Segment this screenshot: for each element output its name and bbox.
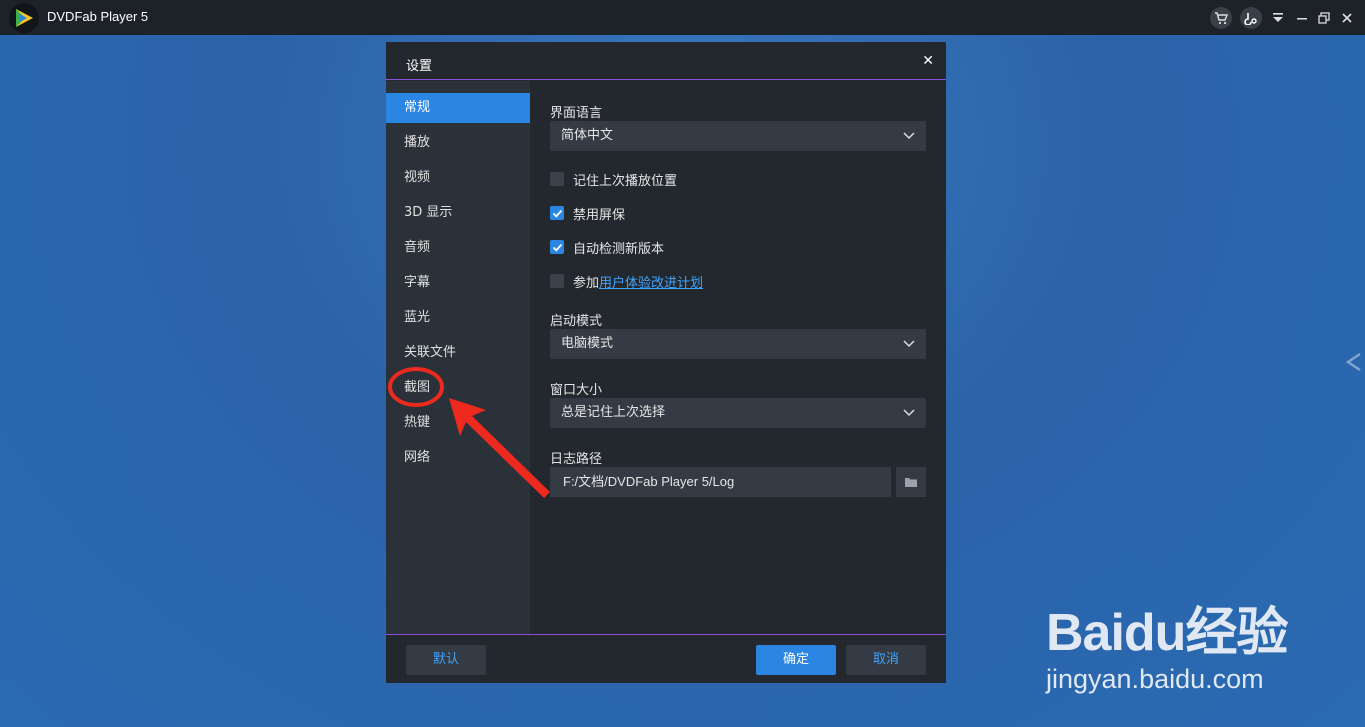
ok-button[interactable]: 确定 (756, 645, 836, 675)
cancel-button[interactable]: 取消 (846, 645, 926, 675)
language-select[interactable]: 简体中文 (550, 121, 926, 151)
title-bar: DVDFab Player 5 (0, 0, 1365, 35)
join-program-prefix: 参加 (573, 275, 600, 291)
sidebar-item-network[interactable]: 网络 (386, 443, 530, 473)
startup-mode-select[interactable]: 电脑模式 (550, 329, 926, 359)
restore-icon[interactable] (1313, 7, 1335, 29)
language-label: 界面语言 (550, 106, 603, 121)
disable-screensaver-checkbox[interactable] (550, 206, 564, 220)
window-size-select[interactable]: 总是记住上次选择 (550, 398, 926, 428)
chevron-down-icon (902, 121, 916, 151)
panel-expand-icon[interactable] (1344, 348, 1364, 376)
checkmark-icon (552, 243, 562, 252)
language-select-value: 简体中文 (561, 128, 614, 143)
log-path-field[interactable]: F:/文档/DVDFab Player 5/Log (550, 467, 891, 497)
disable-screensaver-option[interactable]: 禁用屏保 (550, 204, 626, 223)
sidebar-item-general[interactable]: 常规 (386, 93, 530, 123)
sidebar-item-file-association[interactable]: 关联文件 (386, 338, 530, 368)
sidebar-item-playback[interactable]: 播放 (386, 128, 530, 158)
chevron-down-icon (902, 329, 916, 359)
sidebar-item-audio[interactable]: 音频 (386, 233, 530, 263)
startup-mode-label: 启动模式 (550, 314, 603, 329)
settings-tool-icon[interactable] (1240, 7, 1262, 29)
window-size-label: 窗口大小 (550, 383, 603, 398)
sidebar-item-video[interactable]: 视频 (386, 163, 530, 193)
app-title: DVDFab Player 5 (47, 9, 149, 24)
minimize-icon[interactable] (1291, 7, 1313, 29)
auto-check-update-option[interactable]: 自动检测新版本 (550, 238, 665, 257)
settings-sidebar: 常规 播放 视频 3D 显示 音频 字幕 蓝光 关联文件 截图 热键 网络 (386, 81, 530, 634)
app-logo-icon (9, 3, 39, 33)
baidu-jingyan-logo: Baidu经验 (1046, 604, 1288, 662)
user-experience-program-link[interactable]: 用户体验改进计划 (599, 272, 703, 291)
log-path-label: 日志路径 (550, 452, 603, 467)
sidebar-item-hotkeys[interactable]: 热键 (386, 408, 530, 438)
watermark-url: jingyan.baidu.com (1046, 664, 1264, 694)
remember-position-checkbox[interactable] (550, 172, 564, 186)
menu-dropdown-icon[interactable] (1267, 7, 1289, 29)
settings-dialog: 设置 ✕ 常规 播放 视频 3D 显示 音频 字幕 蓝光 关联文件 截图 热键 … (386, 42, 946, 683)
settings-content: 界面语言 简体中文 记住上次播放位置 禁用屏保 自动检测新版本 参加 用户体验改进… (530, 81, 946, 634)
dialog-header: 设置 ✕ (386, 42, 946, 80)
join-program-checkbox[interactable] (550, 274, 564, 288)
auto-check-update-checkbox[interactable] (550, 240, 564, 254)
checkmark-icon (552, 209, 562, 218)
folder-icon (905, 478, 917, 487)
chevron-down-icon (902, 398, 916, 428)
remember-position-label: 记住上次播放位置 (573, 173, 678, 189)
default-button[interactable]: 默认 (406, 645, 486, 675)
window-size-value: 总是记住上次选择 (561, 405, 666, 420)
remember-position-option[interactable]: 记住上次播放位置 (550, 170, 678, 189)
browse-folder-button[interactable] (896, 467, 926, 497)
startup-mode-value: 电脑模式 (561, 336, 614, 351)
join-program-option[interactable]: 参加 用户体验改进计划 (550, 272, 703, 291)
sidebar-item-screenshot[interactable]: 截图 (386, 373, 530, 403)
cart-icon[interactable] (1210, 7, 1232, 29)
dialog-title: 设置 (406, 59, 433, 74)
sidebar-item-3d-display[interactable]: 3D 显示 (386, 198, 530, 228)
close-icon[interactable] (1336, 7, 1358, 29)
dialog-close-icon[interactable]: ✕ (922, 53, 934, 69)
disable-screensaver-label: 禁用屏保 (573, 207, 626, 223)
auto-check-update-label: 自动检测新版本 (573, 241, 665, 257)
dialog-footer: 默认 确定 取消 (386, 634, 946, 683)
sidebar-item-subtitles[interactable]: 字幕 (386, 268, 530, 298)
sidebar-item-bluray[interactable]: 蓝光 (386, 303, 530, 333)
